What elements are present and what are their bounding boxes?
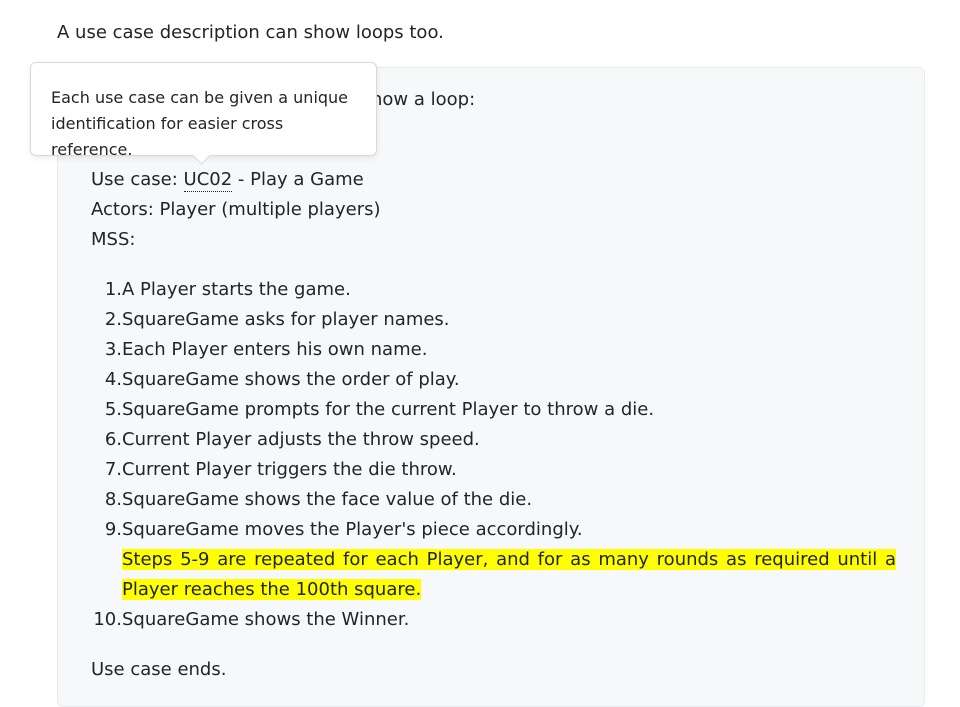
step-text: SquareGame shows the Winner. — [122, 609, 410, 630]
list-item: 9. SquareGame moves the Player's piece ac… — [91, 515, 896, 545]
list-item: 3. Each Player enters his own name. — [91, 335, 896, 365]
step-number: 10. — [93, 609, 122, 630]
usecase-name: - Play a Game — [232, 169, 364, 190]
step-text: SquareGame asks for player names. — [122, 309, 450, 330]
step-text: SquareGame shows the face value of the d… — [122, 489, 533, 510]
loop-highlight-text: Steps 5-9 are repeated for each Player, … — [122, 549, 896, 600]
example-box: how a loop: Use case: UC02 - Play a Game… — [57, 67, 925, 707]
actors-line: Actors: Player (multiple players) — [91, 199, 381, 220]
step-text: Current Player adjusts the throw speed. — [122, 429, 480, 450]
step-number: 8. — [104, 489, 122, 510]
list-item: 7. Current Player triggers the die throw. — [91, 455, 896, 485]
list-item: 6. Current Player adjusts the throw speed… — [91, 425, 896, 455]
usecase-id-abbr[interactable]: UC02 — [183, 169, 233, 192]
list-item: 4. SquareGame shows the order of play. — [91, 365, 896, 395]
step-number: 6. — [104, 429, 122, 450]
step-number: 3. — [104, 339, 122, 360]
list-item: 8. SquareGame shows the face value of the… — [91, 485, 896, 515]
list-item: 5. SquareGame prompts for the current Pla… — [91, 395, 896, 425]
step-number: 4. — [104, 369, 122, 390]
tooltip: Each use case can be given a unique iden… — [30, 62, 377, 159]
mss-steps-list: 1. A Player starts the game. 2. SquareGame… — [91, 275, 896, 635]
usecase-label: Use case: — [91, 169, 184, 190]
step-text: SquareGame prompts for the current Playe… — [122, 399, 655, 420]
box-heading-tail: how a loop: — [371, 89, 476, 110]
list-item: 2. SquareGame asks for player names. — [91, 305, 896, 335]
step-text: A Player starts the game. — [122, 279, 351, 300]
step-text: Each Player enters his own name. — [122, 339, 428, 360]
usecase-line: Use case: UC02 - Play a Game — [91, 165, 364, 195]
loop-highlight: Steps 5-9 are repeated for each Player, … — [122, 545, 896, 605]
step-number: 9. — [104, 519, 122, 540]
mss-label: MSS: — [91, 229, 136, 250]
list-item: 10. SquareGame shows the Winner. — [91, 605, 896, 635]
step-number: 1. — [104, 279, 122, 300]
step-number: 7. — [104, 459, 122, 480]
step-text: SquareGame shows the order of play. — [122, 369, 460, 390]
step-number: 5. — [104, 399, 122, 420]
intro-text: A use case description can show loops to… — [57, 22, 444, 43]
list-item: 1. A Player starts the game. — [91, 275, 896, 305]
step-number: 2. — [104, 309, 122, 330]
step-text: SquareGame moves the Player's piece acco… — [122, 519, 583, 540]
usecase-ending: Use case ends. — [91, 659, 227, 680]
step-text: Current Player triggers the die throw. — [122, 459, 457, 480]
